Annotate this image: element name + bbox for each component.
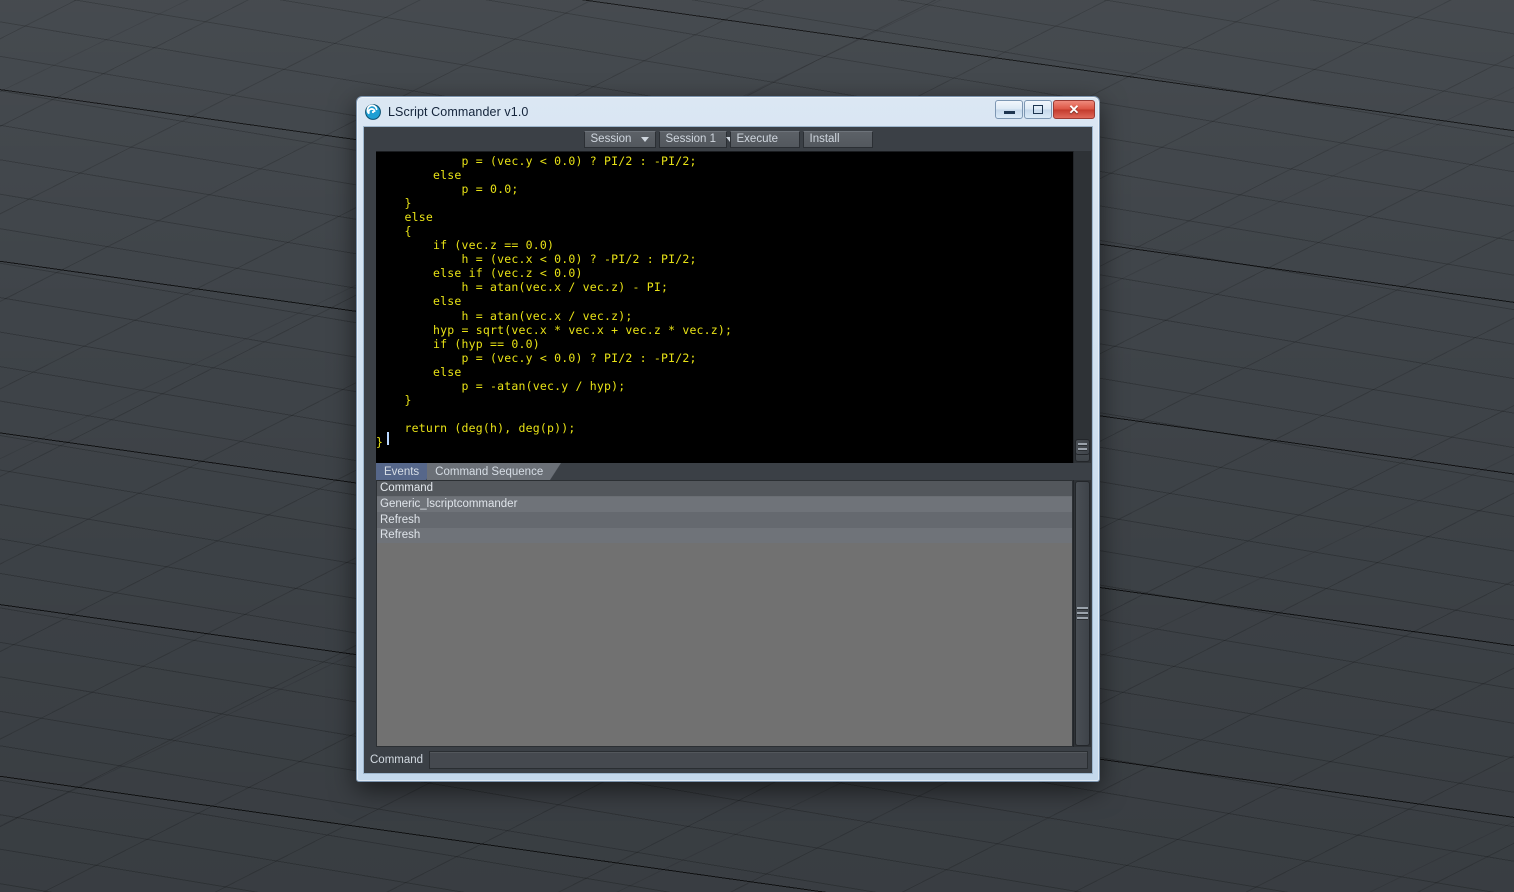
minimize-icon: [1003, 110, 1015, 114]
window-titlebar[interactable]: LScript Commander v1.0 ✕: [357, 97, 1099, 126]
lscript-spiral-icon: [365, 103, 381, 120]
maximize-button[interactable]: [1024, 100, 1052, 119]
command-entry-bar: Command: [364, 747, 1092, 773]
grip-line: [1077, 617, 1088, 620]
tab-events-label: Events: [384, 465, 420, 478]
session-number-dropdown[interactable]: Session 1: [658, 130, 735, 148]
tab-strip: Events Command Sequence: [364, 463, 1092, 480]
install-button[interactable]: Install: [802, 130, 873, 148]
minimize-button[interactable]: [995, 100, 1023, 119]
session-number-dropdown-value: Session 1: [665, 133, 717, 145]
table-cell-command: Refresh: [380, 529, 421, 542]
command-input[interactable]: [429, 751, 1088, 769]
session-dropdown[interactable]: Session: [583, 130, 656, 148]
toolbar: Session Session 1 Execute Install: [364, 127, 1092, 151]
text-caret: [387, 432, 389, 445]
code-editor-scrollbar[interactable]: [1073, 151, 1091, 463]
code-scrollbar-track[interactable]: [1074, 151, 1091, 455]
code-editor[interactable]: p = (vec.y < 0.0) ? PI/2 : -PI/2; else p…: [376, 151, 1073, 463]
tab-command-sequence-label: Command Sequence: [435, 465, 544, 478]
table-row[interactable]: Generic_lscriptcommander: [377, 496, 1072, 512]
list-scrollbar-track[interactable]: [1074, 480, 1091, 747]
table-cell-command: Refresh: [380, 513, 421, 526]
window-controls: ✕: [995, 100, 1095, 119]
list-scrollbar-thumb[interactable]: [1075, 481, 1090, 746]
lscript-commander-window: LScript Commander v1.0 ✕ Session Session…: [356, 96, 1100, 782]
code-scrollbar-thumb[interactable]: [1075, 439, 1090, 455]
install-button-label: Install: [809, 133, 840, 145]
grip-line: [1077, 607, 1088, 610]
tab-events[interactable]: Events: [376, 463, 438, 480]
tab-command-sequence[interactable]: Command Sequence: [427, 463, 562, 480]
execute-button[interactable]: Execute: [729, 130, 800, 148]
close-button[interactable]: ✕: [1053, 100, 1095, 119]
maximize-icon: [1033, 105, 1043, 114]
column-header-command: Command: [377, 481, 1072, 497]
command-list-empty-area[interactable]: [377, 543, 1072, 746]
code-editor-region: p = (vec.y < 0.0) ? PI/2 : -PI/2; else p…: [364, 151, 1092, 463]
table-row[interactable]: Refresh: [377, 512, 1072, 528]
grip-line: [1077, 612, 1088, 615]
window-title: LScript Commander v1.0: [388, 104, 529, 119]
command-input-label: Command: [370, 754, 424, 766]
session-dropdown-value: Session: [590, 133, 632, 145]
table-cell-command: Generic_lscriptcommander: [380, 498, 518, 511]
command-list-scrollbar[interactable]: [1073, 480, 1091, 747]
code-editor-text: p = (vec.y < 0.0) ? PI/2 : -PI/2; else p…: [376, 154, 733, 449]
grip-line: [1078, 443, 1087, 446]
command-list[interactable]: Command Generic_lscriptcommander Refresh…: [376, 480, 1073, 747]
command-list-region: Command Generic_lscriptcommander Refresh…: [364, 480, 1092, 747]
window-client-area: Session Session 1 Execute Install p = (v…: [363, 126, 1093, 774]
execute-button-label: Execute: [736, 133, 779, 145]
grip-line: [1078, 448, 1087, 451]
close-icon: ✕: [1068, 102, 1080, 117]
table-row[interactable]: Refresh: [377, 527, 1072, 543]
column-header-label: Command: [380, 482, 434, 495]
chevron-down-icon: [641, 136, 650, 142]
tab-slant-edge: [550, 463, 562, 480]
